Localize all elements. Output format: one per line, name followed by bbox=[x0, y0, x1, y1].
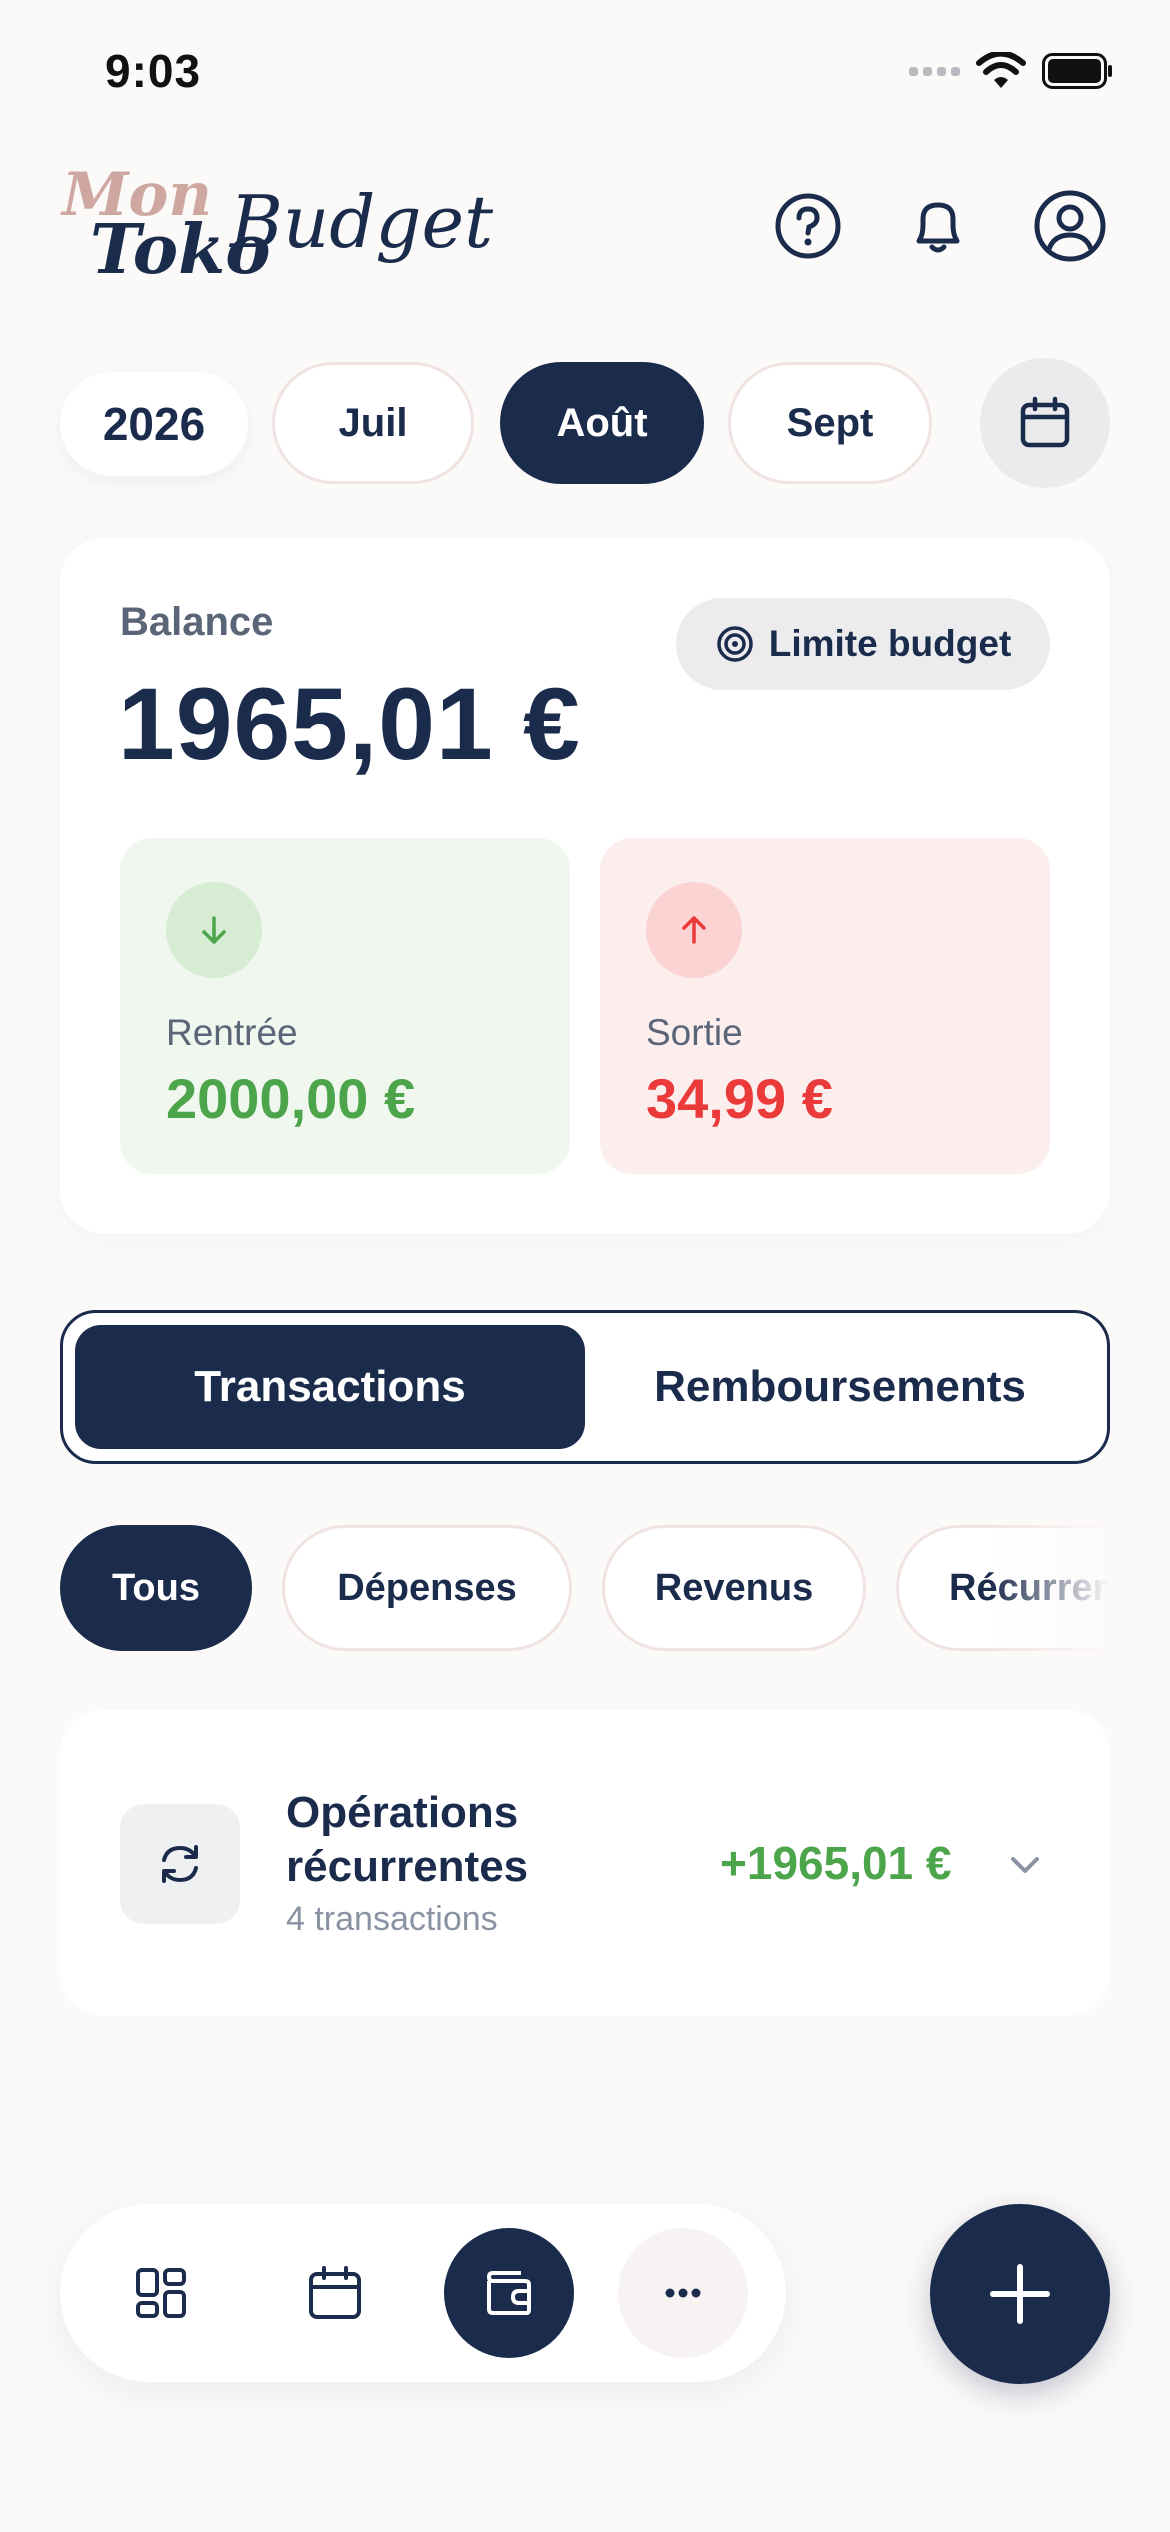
recurring-operations-card[interactable]: Opérations récurrentes 4 transactions +1… bbox=[60, 1710, 1110, 2016]
recurring-amount: +1965,01 € bbox=[720, 1837, 952, 1889]
calendar-icon bbox=[309, 2266, 361, 2319]
bell-icon bbox=[916, 202, 960, 253]
cellular-signal-icon bbox=[909, 66, 960, 76]
calendar-button[interactable] bbox=[980, 358, 1110, 488]
bottom-nav bbox=[60, 2204, 786, 2382]
recurring-title: Opérations récurrentes bbox=[286, 1788, 529, 1891]
expense-tile[interactable]: Sortie 34,99 € bbox=[600, 838, 1050, 1174]
income-value: 2000,00 € bbox=[166, 1067, 416, 1130]
balance-value: 1965,01 € bbox=[118, 667, 581, 781]
filter-all[interactable]: Tous bbox=[60, 1525, 252, 1651]
tab-transactions[interactable]: Transactions bbox=[75, 1325, 585, 1449]
target-icon bbox=[716, 626, 753, 662]
notifications-button[interactable] bbox=[898, 186, 978, 266]
view-segmented-control: Transactions Remboursements bbox=[60, 1310, 1110, 1464]
logo-budget: Budget bbox=[230, 180, 494, 264]
battery-icon bbox=[1042, 53, 1112, 89]
balance-label: Balance bbox=[120, 600, 274, 644]
recurring-icon-badge bbox=[120, 1804, 240, 1924]
help-button[interactable] bbox=[768, 186, 848, 266]
month-aout[interactable]: Août bbox=[500, 362, 704, 484]
add-transaction-button[interactable] bbox=[930, 2204, 1110, 2384]
more-icon bbox=[665, 2288, 701, 2298]
expand-button[interactable] bbox=[1000, 1840, 1050, 1890]
budget-limit-button[interactable]: Limite budget bbox=[676, 598, 1050, 690]
grid-icon bbox=[136, 2268, 186, 2318]
nav-wallet[interactable] bbox=[444, 2228, 574, 2358]
expense-icon-badge bbox=[646, 882, 742, 978]
year-selector[interactable]: 2026 bbox=[60, 372, 248, 476]
budget-limit-label: Limite budget bbox=[768, 623, 1012, 664]
chevron-down-icon bbox=[1011, 1857, 1039, 1873]
tab-remboursements[interactable]: Remboursements bbox=[585, 1325, 1095, 1449]
income-label: Rentrée bbox=[166, 1012, 298, 1053]
wallet-icon bbox=[487, 2271, 531, 2315]
help-circle-icon bbox=[775, 193, 841, 259]
filter-income[interactable]: Revenus bbox=[602, 1525, 866, 1651]
arrow-up-icon bbox=[682, 916, 706, 944]
user-circle-icon bbox=[1034, 190, 1106, 262]
recurring-count: 4 transactions bbox=[286, 1900, 498, 1938]
refresh-icon bbox=[162, 1845, 198, 1883]
balance-card: Balance 1965,01 € Limite budget Rentrée … bbox=[60, 538, 1110, 1234]
plus-icon bbox=[990, 2264, 1050, 2324]
nav-dashboard[interactable] bbox=[96, 2228, 226, 2358]
wifi-icon bbox=[976, 52, 1026, 88]
profile-button[interactable] bbox=[1030, 186, 1110, 266]
chips-fade bbox=[990, 1525, 1110, 1651]
calendar-icon bbox=[1020, 396, 1070, 448]
app-logo: Mon Toko Budget bbox=[60, 160, 493, 290]
month-juil[interactable]: Juil bbox=[272, 362, 474, 484]
month-sept[interactable]: Sept bbox=[728, 362, 932, 484]
nav-more[interactable] bbox=[618, 2228, 748, 2358]
income-tile[interactable]: Rentrée 2000,00 € bbox=[120, 838, 570, 1174]
filter-chips: Tous Dépenses Revenus Récurrents bbox=[0, 1525, 1110, 1651]
expense-label: Sortie bbox=[646, 1012, 743, 1053]
status-icons bbox=[909, 52, 1114, 90]
nav-calendar[interactable] bbox=[270, 2228, 400, 2358]
arrow-down-icon bbox=[202, 916, 226, 944]
status-time: 9:03 bbox=[105, 45, 202, 97]
filter-expenses[interactable]: Dépenses bbox=[282, 1525, 572, 1651]
income-icon-badge bbox=[166, 882, 262, 978]
expense-value: 34,99 € bbox=[646, 1067, 833, 1130]
